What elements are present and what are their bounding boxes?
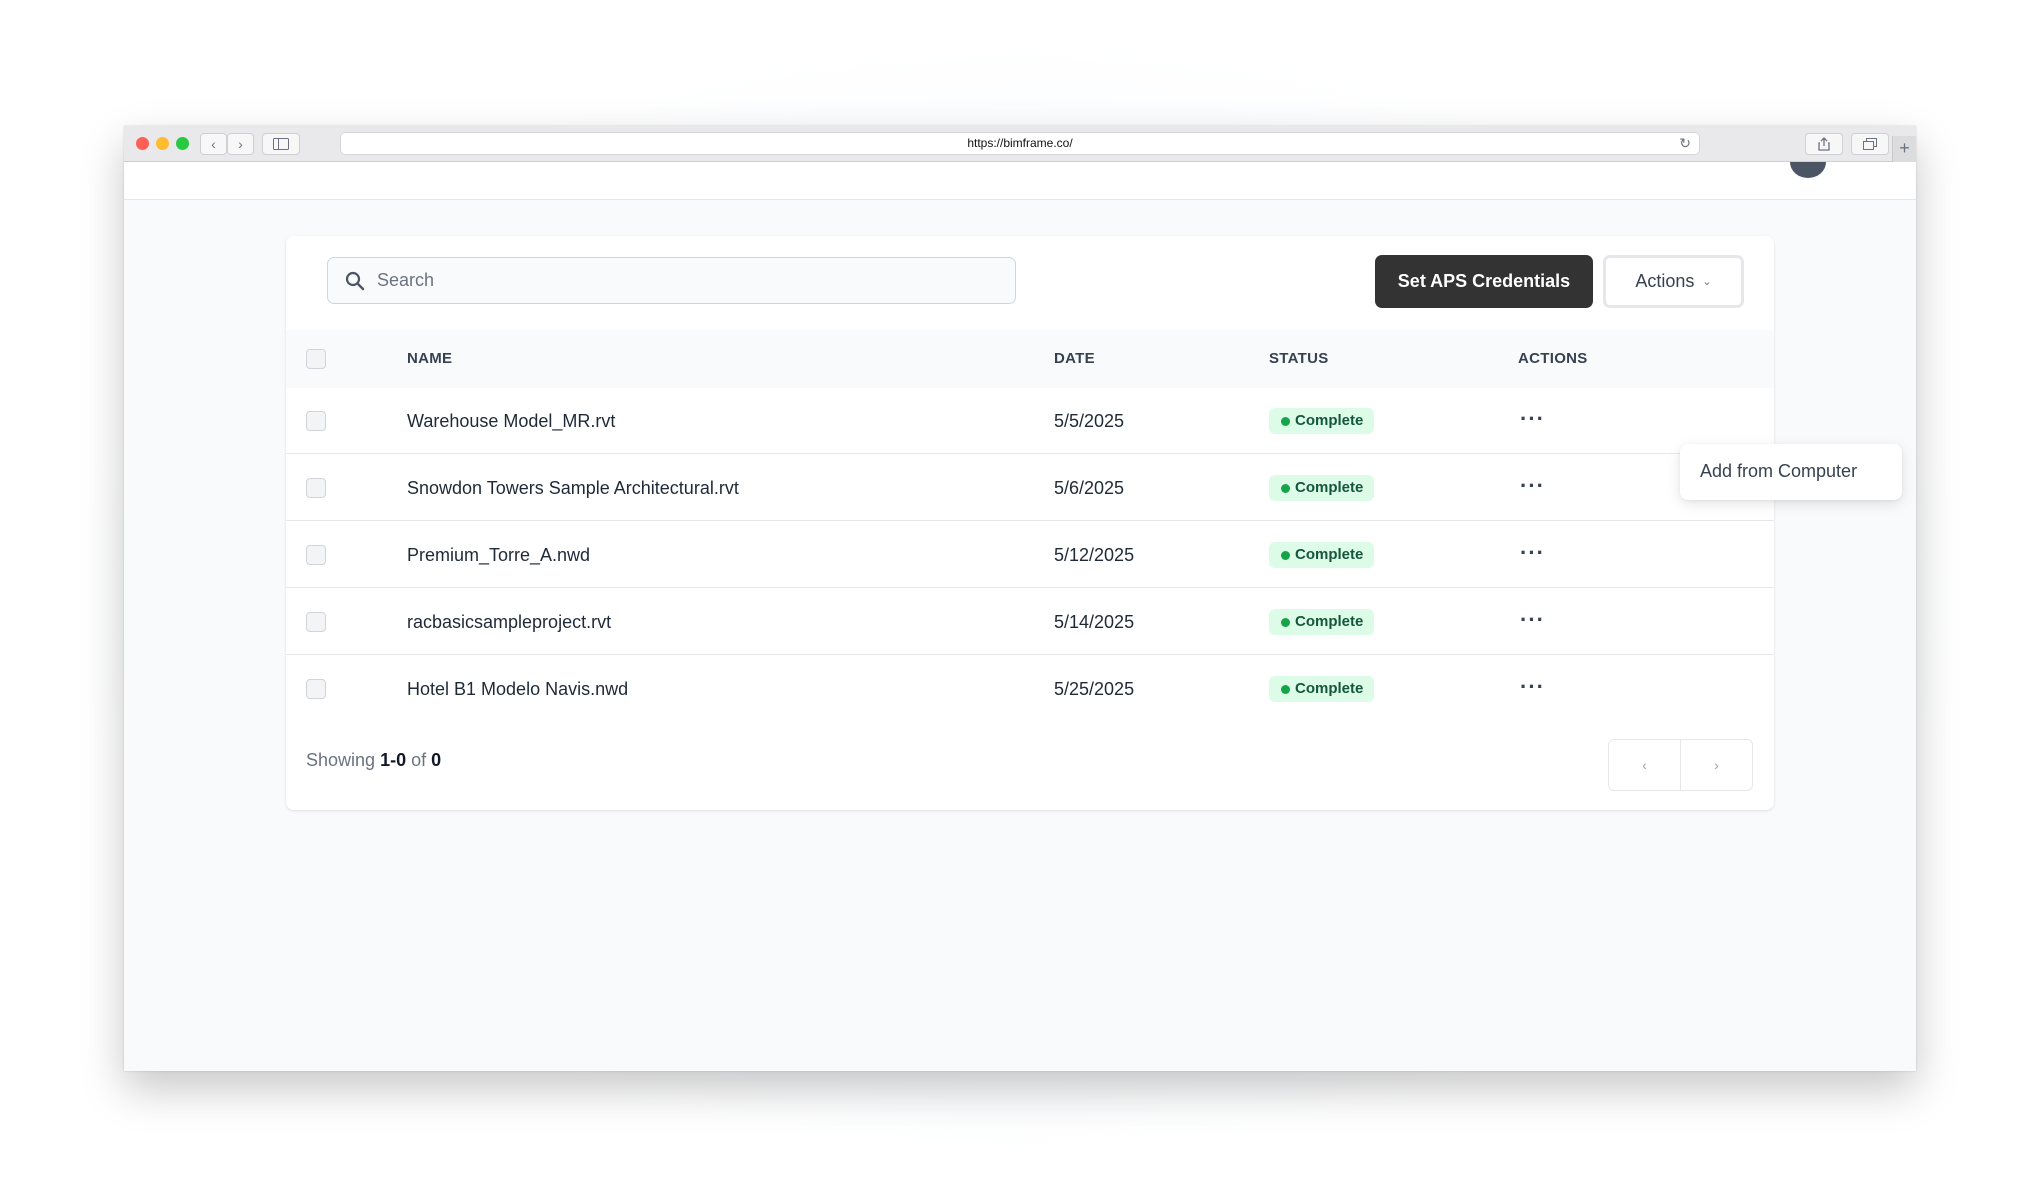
chevron-right-icon: › (238, 136, 243, 152)
actions-dropdown-button[interactable]: Actions ⌄ (1603, 255, 1744, 308)
file-date: 5/12/2025 (1054, 545, 1135, 565)
search-input[interactable] (377, 258, 997, 303)
set-aps-credentials-button[interactable]: Set APS Credentials (1375, 255, 1593, 308)
chevron-right-icon: › (1714, 757, 1719, 773)
sidebar-toggle-button[interactable] (262, 133, 300, 155)
maximize-window-button[interactable] (176, 137, 189, 150)
file-date: 5/14/2025 (1054, 612, 1135, 632)
row-checkbox[interactable] (306, 679, 326, 699)
files-card: Set APS Credentials Actions ⌄ NAME DATE S… (286, 236, 1774, 810)
row-checkbox[interactable] (306, 612, 326, 632)
search-icon (345, 271, 365, 291)
table-row[interactable]: racbasicsampleproject.rvt 5/14/2025 Comp… (286, 589, 1774, 655)
of-label: of (411, 750, 427, 770)
close-window-button[interactable] (136, 137, 149, 150)
row-checkbox[interactable] (306, 411, 326, 431)
next-page-button[interactable]: › (1680, 740, 1752, 790)
row-checkbox[interactable] (306, 478, 326, 498)
forward-button[interactable]: › (227, 133, 254, 155)
back-button[interactable]: ‹ (200, 133, 227, 155)
more-options-icon[interactable]: ··· (1520, 589, 1545, 651)
file-name[interactable]: Warehouse Model_MR.rvt (407, 388, 615, 454)
chevron-down-icon: ⌄ (1702, 276, 1712, 288)
total-value: 0 (431, 750, 442, 770)
range-value: 1-0 (380, 750, 407, 770)
menu-item-add-from-computer[interactable]: Add from Computer (1700, 444, 1857, 498)
app-header (124, 162, 1916, 200)
table-row[interactable]: Hotel B1 Modelo Navis.nwd 5/25/2025 Comp… (286, 656, 1774, 722)
address-bar[interactable]: https://bimframe.co/ ↻ (340, 132, 1700, 155)
status-badge: Complete (1269, 408, 1375, 434)
file-name[interactable]: racbasicsampleproject.rvt (407, 589, 611, 655)
column-header-name[interactable]: NAME (407, 330, 452, 388)
sidebar-icon (273, 138, 289, 150)
chevron-left-icon: ‹ (211, 136, 216, 152)
browser-window: ‹ › https://bimframe.co/ ↻ + Search Set … (124, 126, 1916, 1071)
share-icon (1818, 137, 1830, 151)
column-header-actions: ACTIONS (1518, 350, 1588, 367)
column-header-date[interactable]: DATE (1054, 330, 1095, 388)
select-all-checkbox[interactable] (306, 349, 326, 369)
browser-toolbar: ‹ › https://bimframe.co/ ↻ + (124, 126, 1916, 162)
table-header: NAME DATE STATUS ACTIONS (286, 330, 1774, 388)
new-tab-button[interactable]: + (1892, 136, 1916, 162)
table-row[interactable]: Warehouse Model_MR.rvt 5/5/2025 Complete… (286, 388, 1774, 454)
pagination-summary: Showing 1-0 of 0 (306, 750, 441, 771)
row-checkbox[interactable] (306, 545, 326, 565)
pagination-controls: ‹ › (1608, 739, 1753, 791)
previous-page-button[interactable]: ‹ (1609, 740, 1680, 790)
share-button[interactable] (1805, 133, 1843, 155)
file-name[interactable]: Premium_Torre_A.nwd (407, 522, 590, 588)
more-options-icon[interactable]: ··· (1520, 455, 1545, 517)
tabs-overview-button[interactable] (1851, 133, 1889, 155)
file-date: 5/25/2025 (1054, 679, 1135, 699)
status-badge: Complete (1269, 542, 1375, 568)
tabs-icon (1863, 138, 1877, 150)
status-badge: Complete (1269, 475, 1375, 501)
minimize-window-button[interactable] (156, 137, 169, 150)
actions-label: Actions (1635, 271, 1695, 291)
avatar[interactable] (1790, 162, 1826, 178)
file-name[interactable]: Hotel B1 Modelo Navis.nwd (407, 656, 628, 722)
search-box (327, 257, 1016, 304)
plus-icon: + (1899, 138, 1910, 158)
status-badge: Complete (1269, 609, 1375, 635)
reload-icon[interactable]: ↻ (1679, 133, 1691, 154)
file-name[interactable]: Snowdon Towers Sample Architectural.rvt (407, 455, 739, 521)
column-header-status[interactable]: STATUS (1269, 330, 1329, 388)
status-badge: Complete (1269, 676, 1375, 702)
actions-dropdown-menu: Add from Computer (1680, 444, 1902, 500)
more-options-icon[interactable]: ··· (1520, 656, 1545, 718)
chevron-left-icon: ‹ (1642, 757, 1647, 773)
url-text: https://bimframe.co/ (967, 136, 1073, 150)
more-options-icon[interactable]: ··· (1520, 522, 1545, 584)
showing-label: Showing (306, 750, 376, 770)
file-date: 5/5/2025 (1054, 411, 1125, 431)
more-options-icon[interactable]: ··· (1520, 388, 1545, 450)
table-row[interactable]: Snowdon Towers Sample Architectural.rvt … (286, 455, 1774, 521)
table-row[interactable]: Premium_Torre_A.nwd 5/12/2025 Complete ·… (286, 522, 1774, 588)
file-date: 5/6/2025 (1054, 478, 1125, 498)
